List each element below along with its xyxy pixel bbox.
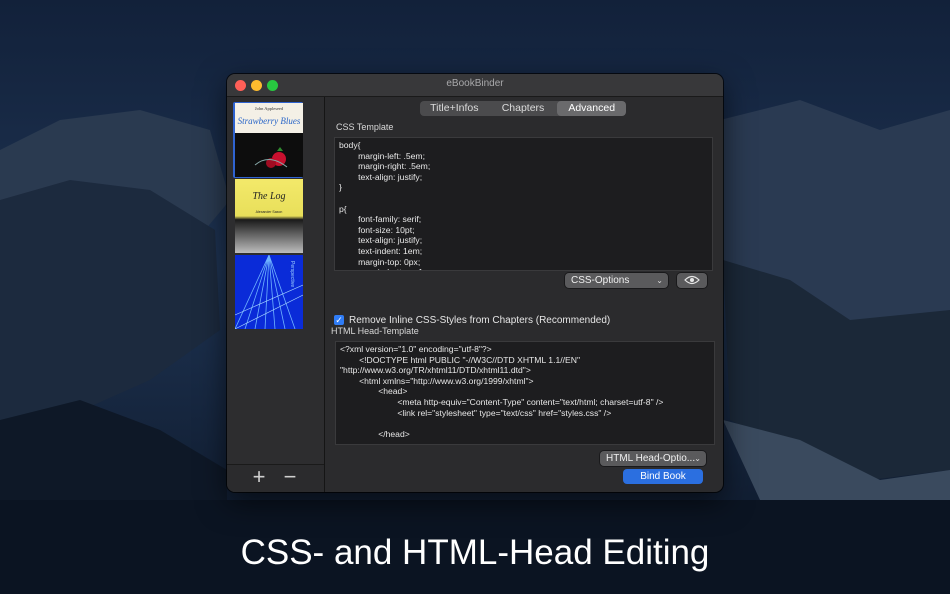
book-item-strawberry-blues[interactable]: John Appleseed Strawberry Blues xyxy=(233,102,303,178)
html-head-template-content: <?xml version="1.0" encoding="utf-8"?> <… xyxy=(340,344,664,439)
book-cover: Perspective xyxy=(235,255,303,329)
html-head-template-editor[interactable]: <?xml version="1.0" encoding="utf-8"?> <… xyxy=(335,341,715,445)
css-template-content: body{ margin-left: .5em; margin-right: .… xyxy=(339,140,435,270)
css-template-editor[interactable]: body{ margin-left: .5em; margin-right: .… xyxy=(334,137,713,271)
window-title: eBookBinder xyxy=(446,78,504,89)
remove-inline-css-option[interactable]: ✓ Remove Inline CSS-Styles from Chapters… xyxy=(334,314,610,326)
bind-book-button[interactable]: Bind Book xyxy=(623,469,703,484)
main-content: Title+Infos Chapters Advanced CSS Templa… xyxy=(325,97,723,492)
chevron-down-icon: ⌄ xyxy=(656,276,663,285)
css-options-label: CSS-Options xyxy=(571,275,630,286)
title-bar: eBookBinder xyxy=(227,74,723,97)
html-head-options-label: HTML Head-Optio... xyxy=(606,453,696,464)
app-window: eBookBinder John Appleseed Strawberry Bl… xyxy=(227,74,723,492)
book-cover-author: John Appleseed xyxy=(255,106,284,111)
book-cover: The Log Alexander Saxon xyxy=(235,179,303,253)
book-item-the-log[interactable]: The Log Alexander Saxon xyxy=(233,178,303,254)
html-head-options-popup[interactable]: HTML Head-Optio... ⌄ xyxy=(600,451,706,466)
sidebar-footer: + − xyxy=(227,464,324,492)
eye-icon xyxy=(677,275,707,285)
book-sidebar: John Appleseed Strawberry Blues The Log … xyxy=(227,97,325,492)
book-cover-author: Alexander Saxon xyxy=(256,210,283,214)
book-cover: John Appleseed Strawberry Blues xyxy=(235,103,303,177)
remove-inline-css-checkbox[interactable]: ✓ xyxy=(334,315,344,325)
preview-button[interactable] xyxy=(677,273,707,288)
tab-title-infos[interactable]: Title+Infos xyxy=(420,101,489,116)
html-head-template-label: HTML Head-Template xyxy=(331,326,419,336)
tab-chapters[interactable]: Chapters xyxy=(489,101,558,116)
book-cover-title: The Log xyxy=(252,191,285,202)
book-item-perspective[interactable]: Perspective xyxy=(233,254,303,330)
remove-inline-css-label: Remove Inline CSS-Styles from Chapters (… xyxy=(349,314,611,326)
add-book-button[interactable]: + xyxy=(248,466,270,488)
tab-advanced[interactable]: Advanced xyxy=(557,101,626,116)
chevron-down-icon: ⌄ xyxy=(694,454,701,463)
book-cover-title: Perspective xyxy=(289,261,295,287)
promo-caption: CSS- and HTML-Head Editing xyxy=(240,533,710,572)
book-list[interactable]: John Appleseed Strawberry Blues The Log … xyxy=(227,97,324,465)
remove-book-button[interactable]: − xyxy=(279,466,301,488)
css-template-label: CSS Template xyxy=(336,122,394,132)
css-options-popup[interactable]: CSS-Options ⌄ xyxy=(565,273,668,288)
book-cover-title: Strawberry Blues xyxy=(238,116,301,126)
tab-bar: Title+Infos Chapters Advanced xyxy=(420,101,626,116)
